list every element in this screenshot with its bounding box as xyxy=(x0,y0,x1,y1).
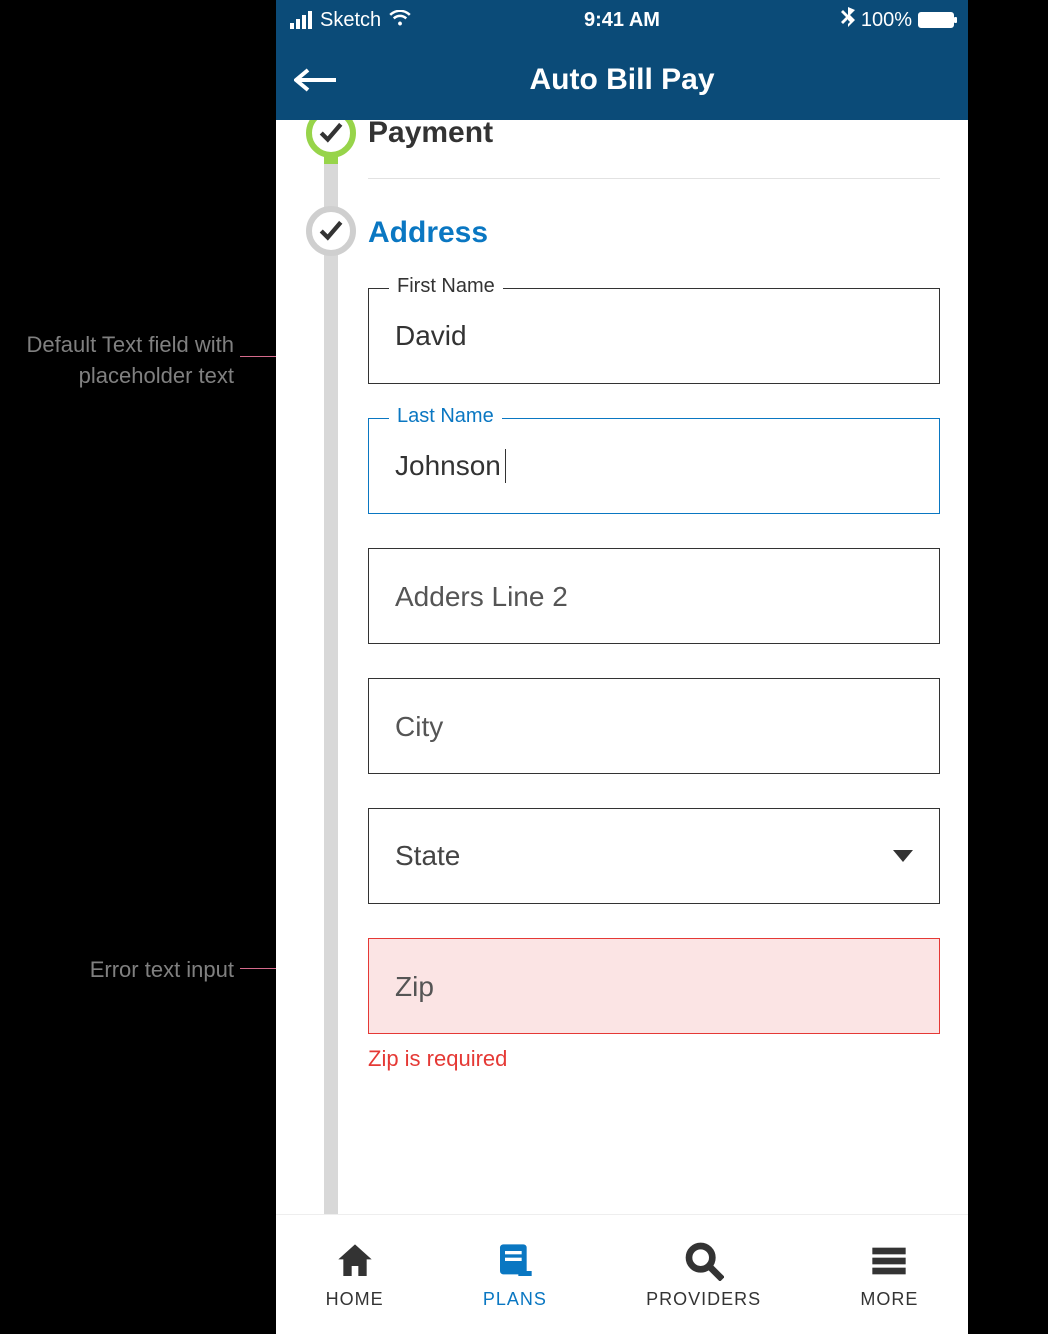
zip-error-message: Zip is required xyxy=(368,1046,940,1072)
state-select[interactable]: State xyxy=(368,808,940,904)
step-address-indicator xyxy=(306,206,356,256)
tab-more-label: MORE xyxy=(860,1289,918,1310)
tab-more[interactable]: MORE xyxy=(860,1239,918,1310)
tab-providers-label: PROVIDERS xyxy=(646,1289,761,1310)
state-placeholder: State xyxy=(395,840,460,872)
city-field[interactable]: City xyxy=(368,678,940,774)
last-name-field[interactable]: Last Name Johnson xyxy=(368,418,940,514)
stepper-rail xyxy=(324,120,338,1214)
tab-providers[interactable]: PROVIDERS xyxy=(646,1239,761,1310)
address-line-2-placeholder: Adders Line 2 xyxy=(369,549,939,645)
tab-plans[interactable]: PLANS xyxy=(483,1239,547,1310)
chevron-down-icon xyxy=(893,850,913,862)
section-divider xyxy=(368,178,940,179)
last-name-input[interactable]: Johnson xyxy=(395,450,501,482)
first-name-input[interactable] xyxy=(369,289,939,383)
search-icon xyxy=(684,1239,724,1283)
zip-placeholder: Zip xyxy=(369,939,939,1035)
phone-frame: Sketch 9:41 AM 100% Auto Bill Pay xyxy=(276,0,968,1214)
wifi-icon xyxy=(389,9,411,32)
address-form: First Name Last Name Johnson Adders Line… xyxy=(368,288,940,1092)
plans-icon xyxy=(495,1239,535,1283)
hamburger-icon xyxy=(869,1239,909,1283)
clock-label: 9:41 AM xyxy=(511,9,732,32)
annotation-panel: Default Text field with placeholder text… xyxy=(0,0,276,1334)
tab-plans-label: PLANS xyxy=(483,1289,547,1310)
page-title: Auto Bill Pay xyxy=(529,63,714,97)
last-name-label: Last Name xyxy=(389,405,502,428)
home-icon xyxy=(335,1239,375,1283)
bluetooth-icon xyxy=(841,7,855,33)
tab-home-label: HOME xyxy=(326,1289,384,1310)
step-payment-indicator xyxy=(306,120,356,158)
check-icon xyxy=(318,120,344,146)
annotation-error-field: Error text input xyxy=(90,955,234,986)
back-button[interactable] xyxy=(294,68,336,92)
battery-pct-label: 100% xyxy=(861,9,912,32)
step-address-label: Address xyxy=(368,216,488,250)
battery-icon xyxy=(918,12,954,28)
nav-header: Auto Bill Pay xyxy=(276,40,968,120)
text-caret xyxy=(505,449,506,483)
first-name-label: First Name xyxy=(389,275,503,298)
tab-home[interactable]: HOME xyxy=(326,1239,384,1310)
zip-field[interactable]: Zip xyxy=(368,938,940,1034)
content-area: Payment Address First Name Last Name Joh… xyxy=(276,120,968,1214)
status-bar: Sketch 9:41 AM 100% xyxy=(276,0,968,40)
check-icon xyxy=(318,218,344,244)
first-name-field[interactable]: First Name xyxy=(368,288,940,384)
annotation-default-field: Default Text field with placeholder text xyxy=(0,330,234,392)
address-line-2-field[interactable]: Adders Line 2 xyxy=(368,548,940,644)
city-placeholder: City xyxy=(369,679,939,775)
step-payment-label: Payment xyxy=(368,120,493,150)
tab-bar: HOME PLANS PROVIDERS MORE xyxy=(276,1214,968,1334)
carrier-label: Sketch xyxy=(320,9,381,32)
signal-bars-icon xyxy=(290,11,312,29)
